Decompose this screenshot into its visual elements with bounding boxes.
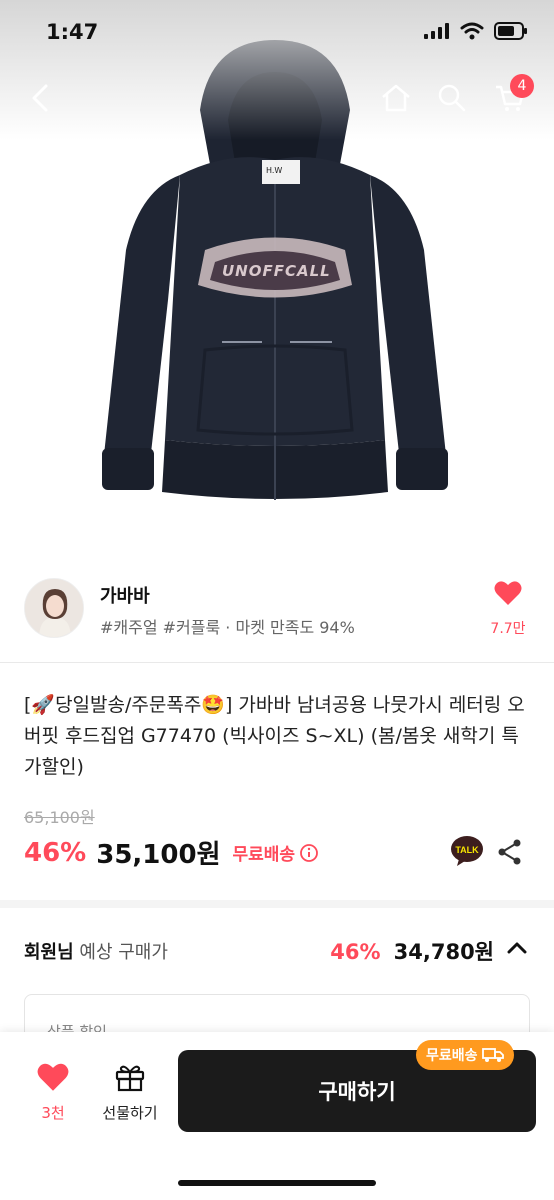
heart-icon	[494, 581, 522, 605]
member-price-label: 회원님 예상 구매가	[24, 942, 168, 963]
shop-name[interactable]: 가바바	[100, 582, 150, 608]
wifi-icon	[460, 22, 484, 40]
member-discount-rate: 46%	[330, 940, 381, 964]
member-price: 34,780원	[393, 940, 494, 964]
shop-like-count: 7.7만	[490, 621, 526, 637]
gift-label: 선물하기	[102, 1104, 158, 1122]
shop-info[interactable]: 가바바 #캐주얼 #커플룩 · 마켓 만족도 94% 7.7만	[0, 578, 554, 648]
share-icon	[498, 839, 521, 865]
back-button[interactable]	[20, 78, 60, 118]
wishlist-button[interactable]: 3천	[28, 1062, 78, 1123]
graphic-lettering: UNOFFCALL	[222, 262, 331, 280]
gift-icon	[115, 1065, 145, 1092]
status-time: 1:47	[46, 20, 99, 44]
product-title: [🚀당일발송/주문폭주🤩] 가바바 남녀공용 나뭇가시 레터링 오버핏 후드집업…	[24, 694, 525, 778]
search-button[interactable]	[432, 78, 472, 118]
share-button[interactable]	[496, 838, 524, 866]
home-button[interactable]	[376, 78, 416, 118]
divider	[0, 662, 554, 663]
battery-icon	[494, 22, 527, 40]
section-divider	[0, 900, 554, 908]
member-price-row[interactable]: 회원님 예상 구매가 46% 34,780원	[24, 934, 530, 970]
free-shipping-badge: 무료배송	[416, 1040, 514, 1070]
sale-price: 35,100원	[96, 840, 221, 870]
price-row: 46% 35,100원 무료배송	[24, 834, 319, 871]
shop-like-button[interactable]: 7.7만	[488, 580, 528, 638]
status-icons	[424, 22, 528, 40]
home-icon	[382, 84, 410, 112]
kakaotalk-share-button[interactable]: TALK	[450, 834, 484, 868]
chevron-left-icon	[32, 84, 48, 112]
shop-avatar[interactable]	[24, 578, 84, 638]
talk-bubble-icon: TALK	[451, 836, 483, 866]
cart-badge: 4	[510, 74, 534, 98]
member-price-values: 46% 34,780원	[330, 936, 494, 966]
svg-text:TALK: TALK	[455, 845, 479, 855]
avatar-image	[25, 579, 83, 637]
original-price: 65,100원	[24, 808, 95, 827]
status-bar: 1:47	[0, 0, 554, 70]
discount-rate: 46%	[24, 837, 87, 868]
free-shipping-label: 무료배송	[232, 845, 296, 865]
shop-tags: #캐주얼 #커플룩 · 마켓 만족도 94%	[100, 618, 355, 637]
cart-button[interactable]: 4	[490, 74, 534, 118]
gift-button[interactable]: 선물하기	[98, 1062, 162, 1123]
wishlist-count: 3천	[41, 1104, 65, 1122]
brand-label-text: H.W	[266, 166, 283, 175]
heart-icon	[37, 1063, 69, 1091]
home-indicator	[178, 1180, 376, 1186]
free-shipping-badge-label: 무료배송	[426, 1048, 478, 1064]
signal-icon	[424, 23, 449, 39]
truck-icon	[481, 1048, 504, 1062]
chevron-up-icon[interactable]	[506, 940, 528, 954]
info-icon[interactable]	[299, 843, 319, 863]
top-nav: 4	[0, 70, 554, 126]
search-icon	[438, 84, 466, 112]
bottom-action-bar: 3천 선물하기 무료배송 구매하기	[0, 1032, 554, 1200]
